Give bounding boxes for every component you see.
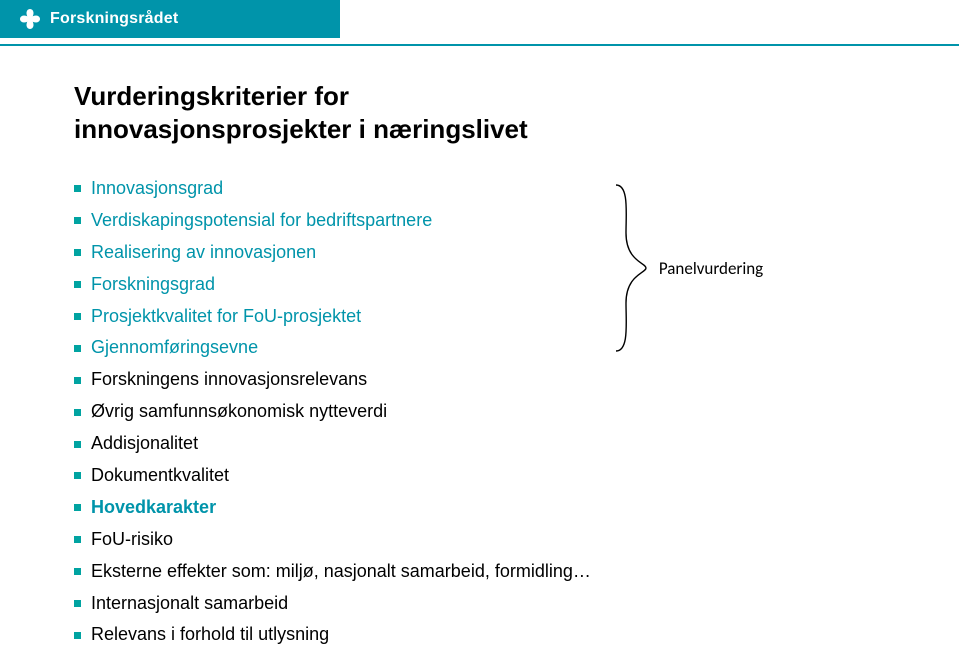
criteria-list: Innovasjonsgrad Verdiskapingspotensial f… (74, 173, 591, 651)
criteria-text: Eksterne effekter som: miljø, nasjonalt … (91, 558, 591, 586)
criteria-text: Prosjektkvalitet for FoU-prosjektet (91, 303, 361, 331)
criteria-text: Innovasjonsgrad (91, 175, 223, 203)
criteria-text: Verdiskapingspotensial for bedriftspartn… (91, 207, 432, 235)
list-item: Gjennomføringsevne (74, 332, 591, 364)
curly-brace-icon (611, 183, 651, 353)
list-item: Relevans i forhold til utlysning (74, 619, 591, 651)
criteria-text: Øvrig samfunnsøkonomisk nytteverdi (91, 398, 387, 426)
criteria-text: Dokumentkvalitet (91, 462, 229, 490)
list-item: Hovedkarakter (74, 492, 591, 524)
brand-bar: Forskningsrådet (0, 0, 340, 38)
criteria-text: Internasjonalt samarbeid (91, 590, 288, 618)
list-item: Verdiskapingspotensial for bedriftspartn… (74, 205, 591, 237)
forskningsradet-logo-icon (18, 7, 42, 31)
criteria-text: Realisering av innovasjonen (91, 239, 316, 267)
list-item: Addisjonalitet (74, 428, 591, 460)
criteria-text: Gjennomføringsevne (91, 334, 258, 362)
criteria-text: Hovedkarakter (91, 494, 216, 522)
slide-header: Forskningsrådet (0, 0, 959, 46)
criteria-text: Relevans i forhold til utlysning (91, 621, 329, 649)
list-item: FoU-risiko (74, 524, 591, 556)
list-item: Prosjektkvalitet for FoU-prosjektet (74, 301, 591, 333)
criteria-text: Forskningens innovasjonsrelevans (91, 366, 367, 394)
title-line-1: Vurderingskriterier for (74, 81, 349, 111)
list-item: Innovasjonsgrad (74, 173, 591, 205)
list-item: Internasjonalt samarbeid (74, 588, 591, 620)
criteria-text: Addisjonalitet (91, 430, 198, 458)
list-item: Forskningens innovasjonsrelevans (74, 364, 591, 396)
list-item: Realisering av innovasjonen (74, 237, 591, 269)
criteria-text: Forskningsgrad (91, 271, 215, 299)
list-item: Forskningsgrad (74, 269, 591, 301)
list-item: Dokumentkvalitet (74, 460, 591, 492)
list-item: Øvrig samfunnsøkonomisk nytteverdi (74, 396, 591, 428)
slide-content: Vurderingskriterier for innovasjonsprosj… (0, 46, 959, 671)
bracket-label: Panelvurdering (659, 258, 763, 279)
criteria-text: FoU-risiko (91, 526, 173, 554)
brand-name: Forskningsrådet (50, 10, 178, 28)
panel-bracket-group: Panelvurdering (611, 183, 763, 353)
title-line-2: innovasjonsprosjekter i næringslivet (74, 114, 528, 144)
slide-title: Vurderingskriterier for innovasjonsprosj… (74, 80, 899, 145)
list-item: Eksterne effekter som: miljø, nasjonalt … (74, 556, 591, 588)
